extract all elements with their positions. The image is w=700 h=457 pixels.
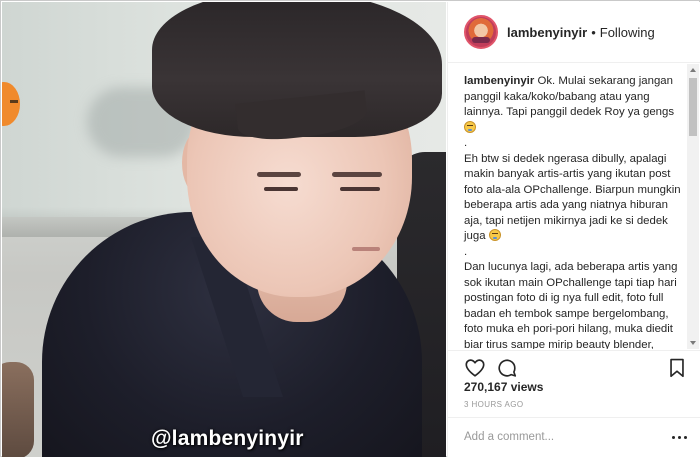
- action-bar: [448, 350, 700, 382]
- left-eyebrow: [257, 172, 301, 177]
- caption-scrollbar[interactable]: [687, 64, 699, 349]
- background-object-detail: [10, 100, 18, 103]
- post-sidebar: lambenyinyir • Following lambenyinyir Ok…: [447, 2, 700, 457]
- header-separator: •: [591, 24, 596, 40]
- post-timestamp[interactable]: 3 HOURS AGO: [464, 400, 524, 409]
- follow-status-button[interactable]: Following: [600, 25, 655, 40]
- view-count[interactable]: 270,167 views: [464, 380, 543, 394]
- post-header: lambenyinyir • Following: [448, 2, 700, 63]
- header-username[interactable]: lambenyinyir: [507, 25, 587, 40]
- caption-username[interactable]: lambenyinyir: [464, 75, 534, 87]
- comment-input[interactable]: [464, 428, 664, 446]
- more-options-icon[interactable]: [672, 436, 688, 440]
- caption-divider-1: .: [464, 137, 468, 149]
- heart-icon[interactable]: [464, 357, 486, 379]
- left-eye: [264, 187, 298, 191]
- bookmark-icon[interactable]: [666, 357, 688, 379]
- avatar[interactable]: [464, 15, 498, 49]
- view-count-number: 270,167: [464, 380, 508, 394]
- sweat-smile-emoji-icon: [488, 229, 501, 241]
- scrollbar-thumb[interactable]: [689, 78, 697, 136]
- caption-scroll-area[interactable]: lambenyinyir Ok. Mulai sekarang jangan p…: [448, 64, 700, 349]
- caption-divider-2: .: [464, 245, 468, 258]
- scroll-up-arrow-icon[interactable]: [687, 64, 699, 76]
- scroll-down-arrow-icon[interactable]: [687, 337, 699, 349]
- foreground-arm: [2, 362, 34, 457]
- comment-icon[interactable]: [496, 357, 518, 379]
- right-eyebrow: [332, 172, 382, 177]
- video-watermark: @lambenyinyir: [151, 427, 304, 450]
- comment-bar: [448, 417, 700, 457]
- caption-text: lambenyinyir Ok. Mulai sekarang jangan p…: [464, 74, 686, 349]
- caption-paragraph-3: Dan lucunya lagi, ada beberapa artis yan…: [464, 261, 678, 349]
- post-modal: @lambenyinyir lambenyinyir • Following l…: [0, 0, 700, 457]
- right-eye: [340, 187, 380, 191]
- view-count-label: views: [510, 380, 544, 394]
- video-player[interactable]: @lambenyinyir: [2, 2, 446, 457]
- person-mouth: [352, 247, 380, 251]
- sweat-smile-emoji-icon: [464, 120, 476, 133]
